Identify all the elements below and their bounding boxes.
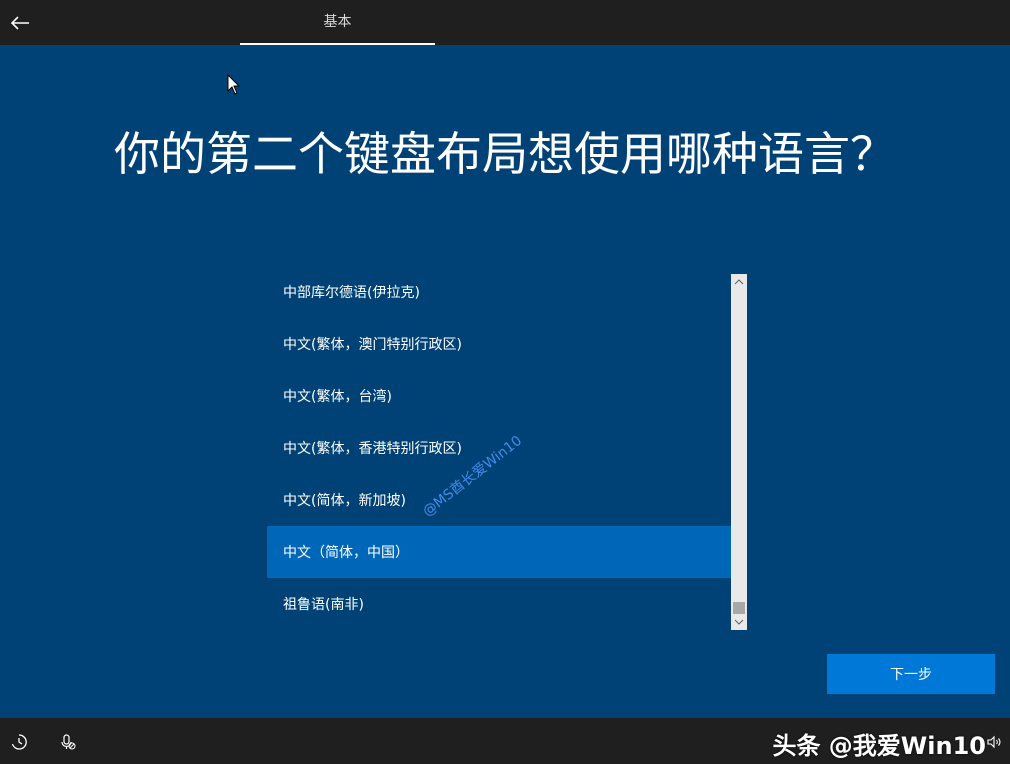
mouse-cursor-icon: [227, 74, 241, 95]
tab-basics[interactable]: 基本: [240, 0, 435, 45]
scroll-thumb[interactable]: [733, 602, 745, 614]
ease-of-access-button[interactable]: [9, 732, 29, 752]
next-button[interactable]: 下一步: [827, 654, 995, 694]
ease-of-access-icon: [11, 734, 27, 750]
list-item[interactable]: 中文(繁体，台湾): [267, 370, 731, 422]
scroll-down-button[interactable]: [731, 614, 747, 630]
microphone-button[interactable]: [58, 732, 78, 752]
arrow-left-icon: [10, 15, 29, 30]
page-title: 你的第二个键盘布局想使用哪种语言？: [114, 127, 896, 181]
microphone-icon: [61, 734, 76, 750]
chevron-up-icon: [734, 279, 744, 285]
list-scrollbar[interactable]: [731, 274, 747, 630]
list-item[interactable]: 中文(简体，新加坡): [267, 474, 731, 526]
back-button[interactable]: [0, 0, 40, 45]
list-item-selected[interactable]: 中文（简体，中国）: [267, 526, 731, 578]
top-bar: 基本: [0, 0, 1010, 45]
tab-active-indicator: [240, 43, 435, 45]
scroll-up-button[interactable]: [731, 274, 747, 290]
brand-watermark: 头条 @我爱Win10: [772, 732, 986, 760]
list-item[interactable]: 中部库尔德语(伊拉克): [267, 274, 731, 318]
bottom-bar: 头条 @我爱Win10: [0, 718, 1010, 764]
chevron-down-icon: [734, 619, 744, 625]
list-item[interactable]: 中文(繁体，澳门特别行政区): [267, 318, 731, 370]
list-item[interactable]: 祖鲁语(南非): [267, 578, 731, 630]
volume-icon[interactable]: [986, 734, 1002, 750]
